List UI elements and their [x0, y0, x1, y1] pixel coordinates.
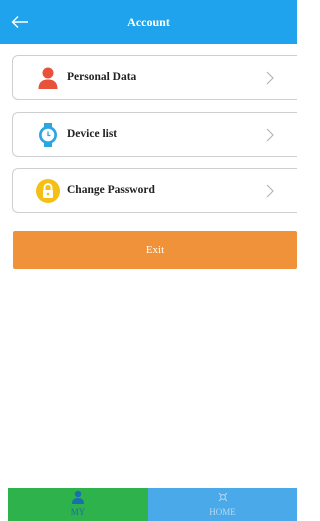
menu-item-change-password[interactable]: Change Password [12, 168, 297, 213]
tab-label: MY [70, 507, 86, 517]
tab-my[interactable]: MY [8, 488, 148, 521]
chevron-right-icon [266, 71, 274, 85]
exit-button[interactable]: Exit [13, 231, 297, 269]
tab-label: HOME [209, 507, 236, 517]
bottom-tab-bar: MY HOME [8, 488, 297, 521]
menu-item-label: Device list [67, 128, 118, 140]
chevron-right-icon [266, 184, 274, 198]
tab-home[interactable]: HOME [148, 488, 297, 521]
watch-icon [39, 123, 57, 147]
page-title: Account [127, 15, 170, 29]
app-header: Account [0, 0, 297, 44]
home-icon [218, 492, 227, 502]
menu-item-personal-data[interactable]: Personal Data [12, 55, 297, 100]
menu-item-label: Personal Data [67, 71, 137, 83]
user-icon [72, 490, 84, 504]
lock-icon [36, 179, 60, 203]
chevron-right-icon [266, 128, 274, 142]
person-icon [38, 67, 58, 89]
menu-item-device-list[interactable]: Device list [12, 112, 297, 157]
menu-item-label: Change Password [67, 184, 155, 196]
